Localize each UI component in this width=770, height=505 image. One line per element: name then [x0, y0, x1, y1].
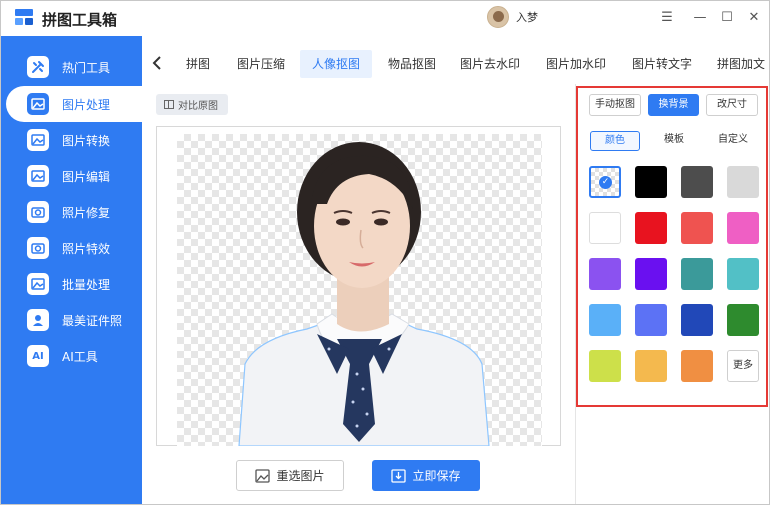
color-swatch-red[interactable]	[635, 212, 667, 244]
image-convert-icon	[27, 129, 49, 151]
minimize-icon[interactable]: —	[690, 7, 710, 27]
check-icon: ✓	[599, 176, 612, 189]
image-edit-icon	[27, 165, 49, 187]
save-icon	[391, 468, 407, 483]
sidebar-item-batch[interactable]: 批量处理	[0, 266, 142, 302]
tab-puzzle[interactable]: 拼图	[178, 50, 218, 78]
color-swatch-dark-blue[interactable]	[681, 304, 713, 336]
tab-portrait-cutout[interactable]: 人像抠图	[300, 50, 372, 78]
sidebar-item-ai-tools[interactable]: AI AI工具	[0, 338, 142, 374]
transparent-background	[177, 134, 542, 446]
title-bar: 拼图工具箱 入梦 ☰ — ☐ ✕	[0, 0, 770, 36]
sidebar-item-label: 照片修复	[62, 205, 111, 220]
tab-object-cutout[interactable]: 物品抠图	[380, 50, 444, 78]
color-swatch-green[interactable]	[727, 304, 759, 336]
sidebar-item-image-process[interactable]: 图片处理	[6, 86, 142, 122]
color-swatch-light-gray[interactable]	[727, 166, 759, 198]
color-swatch-light-red[interactable]	[681, 212, 713, 244]
image-process-icon	[27, 93, 49, 115]
ai-icon: AI	[27, 345, 49, 367]
reselect-label: 重选图片	[276, 469, 325, 483]
color-swatch-lime[interactable]	[589, 350, 621, 382]
sidebar-item-label: 热门工具	[62, 60, 111, 75]
color-swatch-black[interactable]	[635, 166, 667, 198]
close-icon[interactable]: ✕	[744, 7, 764, 27]
manual-cutout-button[interactable]: 手动抠图	[589, 94, 641, 116]
sidebar-item-label: 批量处理	[62, 277, 111, 292]
sidebar-item-image-edit[interactable]: 图片编辑	[0, 158, 142, 194]
tab-color[interactable]: 颜色	[590, 131, 640, 151]
sidebar-item-photo-repair[interactable]: 照片修复	[0, 194, 142, 230]
maximize-icon[interactable]: ☐	[717, 7, 737, 27]
more-colors-button[interactable]: 更多	[727, 350, 759, 382]
sidebar-item-image-convert[interactable]: 图片转换	[0, 122, 142, 158]
color-swatch-violet[interactable]	[635, 258, 667, 290]
tab-puzzle-text[interactable]: 拼图加文	[712, 50, 770, 78]
tools-icon	[27, 56, 49, 78]
save-label: 立即保存	[412, 469, 461, 483]
color-swatch-yellow-orange[interactable]	[635, 350, 667, 382]
sidebar-item-id-photo[interactable]: 最美证件照	[0, 302, 142, 338]
sidebar-item-label: 照片特效	[62, 241, 111, 256]
sidebar: 热门工具 图片处理 图片转换 图片编辑 照片修复 照片特效 批量处理 最美证件照…	[0, 36, 142, 505]
tab-template[interactable]: 模板	[650, 131, 698, 151]
sidebar-item-label: AI工具	[62, 349, 98, 364]
avatar[interactable]	[487, 6, 509, 28]
app-title: 拼图工具箱	[42, 11, 118, 29]
id-photo-icon	[27, 309, 49, 331]
tab-add-watermark[interactable]: 图片加水印	[540, 50, 612, 78]
preview-canvas	[156, 126, 561, 446]
reselect-image-button[interactable]: 重选图片	[236, 460, 344, 491]
menu-icon[interactable]: ☰	[657, 7, 677, 27]
change-background-button[interactable]: 换背景	[648, 94, 699, 116]
color-swatch-orange[interactable]	[681, 350, 713, 382]
tool-tabs: 拼图 图片压缩 人像抠图 物品抠图 图片去水印 图片加水印 图片转文字 拼图加文	[142, 36, 770, 84]
color-swatch-blue[interactable]	[635, 304, 667, 336]
compare-label: 对比原图	[178, 101, 218, 112]
batch-icon	[27, 273, 49, 295]
chevron-left-icon[interactable]	[150, 54, 164, 72]
tab-image-to-text[interactable]: 图片转文字	[626, 50, 698, 78]
photo-effect-icon	[27, 237, 49, 259]
sidebar-item-hot-tools[interactable]: 热门工具	[0, 49, 142, 85]
sidebar-item-label: 图片编辑	[62, 169, 111, 184]
save-now-button[interactable]: 立即保存	[372, 460, 480, 491]
sidebar-item-label: 最美证件照	[62, 313, 123, 328]
user-account[interactable]: 入梦	[487, 6, 538, 28]
tab-remove-watermark[interactable]: 图片去水印	[454, 50, 526, 78]
color-swatch-teal[interactable]	[681, 258, 713, 290]
color-swatch-dark-gray[interactable]	[681, 166, 713, 198]
compare-icon	[164, 100, 174, 109]
tab-custom[interactable]: 自定义	[708, 131, 758, 151]
app-logo-icon	[15, 9, 33, 25]
color-swatch-pink[interactable]	[727, 212, 759, 244]
compare-original-button[interactable]: 对比原图	[156, 94, 228, 115]
color-swatch-white[interactable]	[589, 212, 621, 244]
color-swatch-purple[interactable]	[589, 258, 621, 290]
photo-repair-icon	[27, 201, 49, 223]
sidebar-item-label: 图片转换	[62, 133, 111, 148]
color-swatch-transparent[interactable]: ✓	[589, 166, 621, 198]
color-swatch-cyan[interactable]	[727, 258, 759, 290]
image-icon	[255, 468, 271, 483]
username: 入梦	[516, 11, 538, 24]
portrait-image	[238, 142, 490, 446]
sidebar-item-photo-effect[interactable]: 照片特效	[0, 230, 142, 266]
color-swatch-sky-blue[interactable]	[589, 304, 621, 336]
tab-compress[interactable]: 图片压缩	[230, 50, 292, 78]
resize-button[interactable]: 改尺寸	[706, 94, 758, 116]
sidebar-item-label: 图片处理	[62, 97, 111, 112]
